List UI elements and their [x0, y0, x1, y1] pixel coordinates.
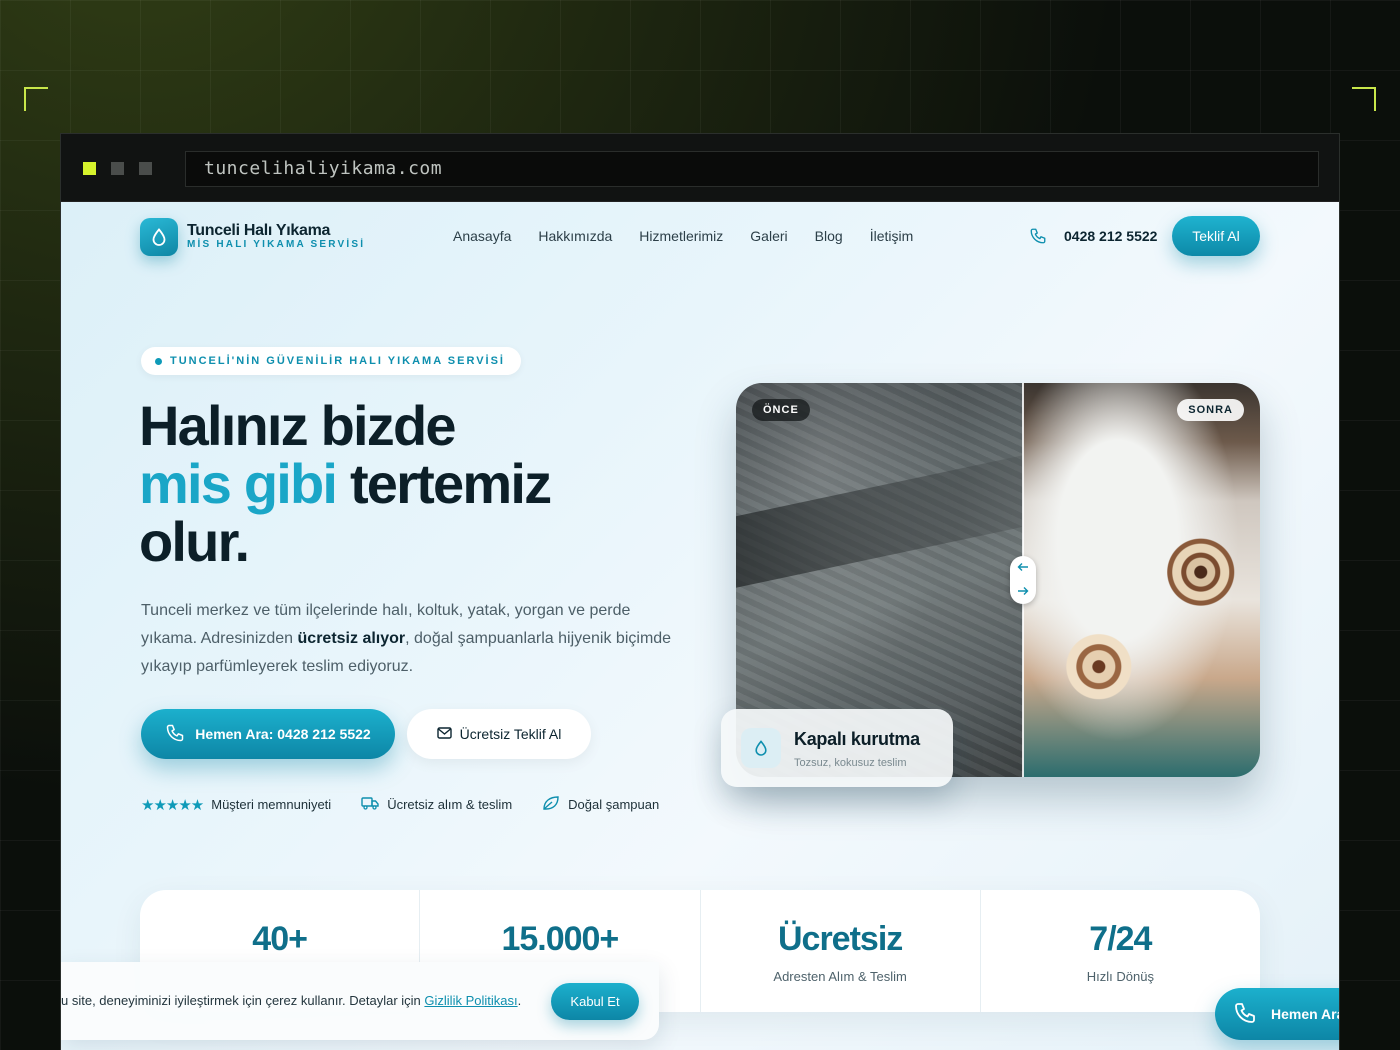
arrow-right-icon [1017, 583, 1029, 601]
stat-value: Ücretsiz [777, 920, 903, 958]
header-phone-number[interactable]: 0428 212 5522 [1064, 228, 1157, 244]
call-now-label: Hemen Ara: 0428 212 5522 [195, 726, 371, 742]
window-dot-active[interactable] [83, 162, 96, 175]
corner-bracket-top-right [1352, 87, 1376, 111]
hero-title-line-3: olur. [139, 510, 250, 573]
cookie-text: u site, deneyiminizi iyileştirmek için ç… [61, 993, 521, 1008]
hero-title: Halınız bizde mis gibi tertemiz olur. [139, 394, 552, 573]
hero-description: Tunceli merkez ve tüm ilçelerinde halı, … [141, 597, 681, 681]
arrow-left-icon [1017, 559, 1029, 577]
phone-icon [165, 723, 185, 746]
phone-icon [1029, 227, 1047, 250]
main-nav: Anasayfa Hakkımızda Hizmetlerimiz Galeri… [453, 228, 940, 244]
call-now-button[interactable]: Hemen Ara: 0428 212 5522 [141, 709, 395, 759]
stat-value: 15.000+ [501, 920, 619, 958]
browser-window: tuncelihaliyikama.com Tunceli Halı Yıkam… [60, 133, 1340, 1050]
star-rating-icon: ★★★★★ [141, 796, 204, 814]
drying-info-card: Kapalı kurutma Tozsuz, kokusuz teslim [721, 709, 953, 787]
badge-text: TUNCELİ'NİN GÜVENİLİR HALI YIKAMA SERVİS… [170, 355, 505, 367]
water-drop-icon [741, 728, 781, 768]
leaf-icon [542, 795, 560, 814]
feature-rating: ★★★★★ Müşteri memnuniyeti [141, 796, 331, 814]
floating-call-button[interactable]: Hemen Ara [1215, 988, 1339, 1040]
nav-item-home[interactable]: Anasayfa [453, 228, 511, 244]
hero-title-line-1: Halınız bizde [139, 394, 457, 457]
trust-badge: TUNCELİ'NİN GÜVENİLİR HALI YIKAMA SERVİS… [141, 347, 521, 375]
nav-item-blog[interactable]: Blog [815, 228, 843, 244]
brand-name[interactable]: Tunceli Halı Yıkama [187, 222, 330, 240]
stat-item: Ücretsiz Adresten Alım & Teslim [701, 890, 981, 1012]
free-quote-button[interactable]: Ücretsiz Teklif Al [407, 709, 591, 759]
feature-shampoo: Doğal şampuan [542, 795, 659, 814]
cookie-period: . [517, 993, 522, 1008]
hero-title-accent: mis gibi [139, 452, 338, 515]
privacy-policy-link[interactable]: Gizlilik Politikası [424, 993, 517, 1008]
stat-value: 7/24 [1089, 920, 1152, 958]
address-bar[interactable]: tuncelihaliyikama.com [185, 151, 1319, 187]
feature-rating-label: Müşteri memnuniyeti [211, 797, 332, 812]
free-quote-label: Ücretsiz Teklif Al [459, 726, 562, 742]
browser-toolbar: tuncelihaliyikama.com [61, 134, 1339, 202]
comparison-slider-handle[interactable] [1010, 556, 1036, 604]
truck-icon [361, 796, 379, 813]
cookie-message: u site, deneyiminizi iyileştirmek için ç… [61, 993, 425, 1008]
nav-item-contact[interactable]: İletişim [870, 228, 914, 244]
phone-icon [1233, 1001, 1257, 1028]
nav-item-about[interactable]: Hakkımızda [538, 228, 612, 244]
nav-item-gallery[interactable]: Galeri [750, 228, 787, 244]
feature-pickup-label: Ücretsiz alım & teslim [387, 797, 513, 812]
window-dot[interactable] [111, 162, 124, 175]
before-label: ÖNCE [752, 399, 810, 421]
stat-value: 40+ [252, 920, 308, 958]
stat-item: 7/24 Hızlı Dönüş [981, 890, 1260, 1012]
mail-icon [436, 726, 452, 742]
corner-bracket-top-left [24, 87, 48, 111]
get-quote-button[interactable]: Teklif Al [1172, 216, 1260, 256]
accept-cookies-button[interactable]: Kabul Et [551, 983, 639, 1020]
stat-label: Adresten Alım & Teslim [773, 969, 907, 984]
feature-shampoo-label: Doğal şampuan [568, 797, 660, 812]
cookie-banner: u site, deneyiminizi iyileştirmek için ç… [61, 962, 659, 1040]
hero-features: ★★★★★ Müşteri memnuniyeti Ücretsiz alım … [141, 795, 689, 814]
website-viewport: Tunceli Halı Yıkama MİS HALI YIKAMA SERV… [61, 202, 1339, 1050]
badge-dot [155, 357, 162, 365]
nav-item-services[interactable]: Hizmetlerimiz [639, 228, 723, 244]
feature-pickup: Ücretsiz alım & teslim [361, 796, 512, 813]
hero-title-line-2: tertemiz [336, 452, 552, 515]
hero-desc-highlight: ücretsiz alıyor [297, 630, 406, 647]
logo-icon[interactable] [140, 218, 178, 256]
drying-card-title: Kapalı kurutma [794, 729, 920, 749]
floating-call-label: Hemen Ara [1271, 1006, 1339, 1022]
after-image [1023, 383, 1260, 777]
brand-subtitle: MİS HALI YIKAMA SERVİSİ [187, 239, 366, 250]
stat-label: Hızlı Dönüş [1086, 969, 1154, 984]
window-dot[interactable] [139, 162, 152, 175]
drying-card-subtitle: Tozsuz, kokusuz teslim [794, 757, 907, 769]
after-label: SONRA [1177, 399, 1244, 421]
